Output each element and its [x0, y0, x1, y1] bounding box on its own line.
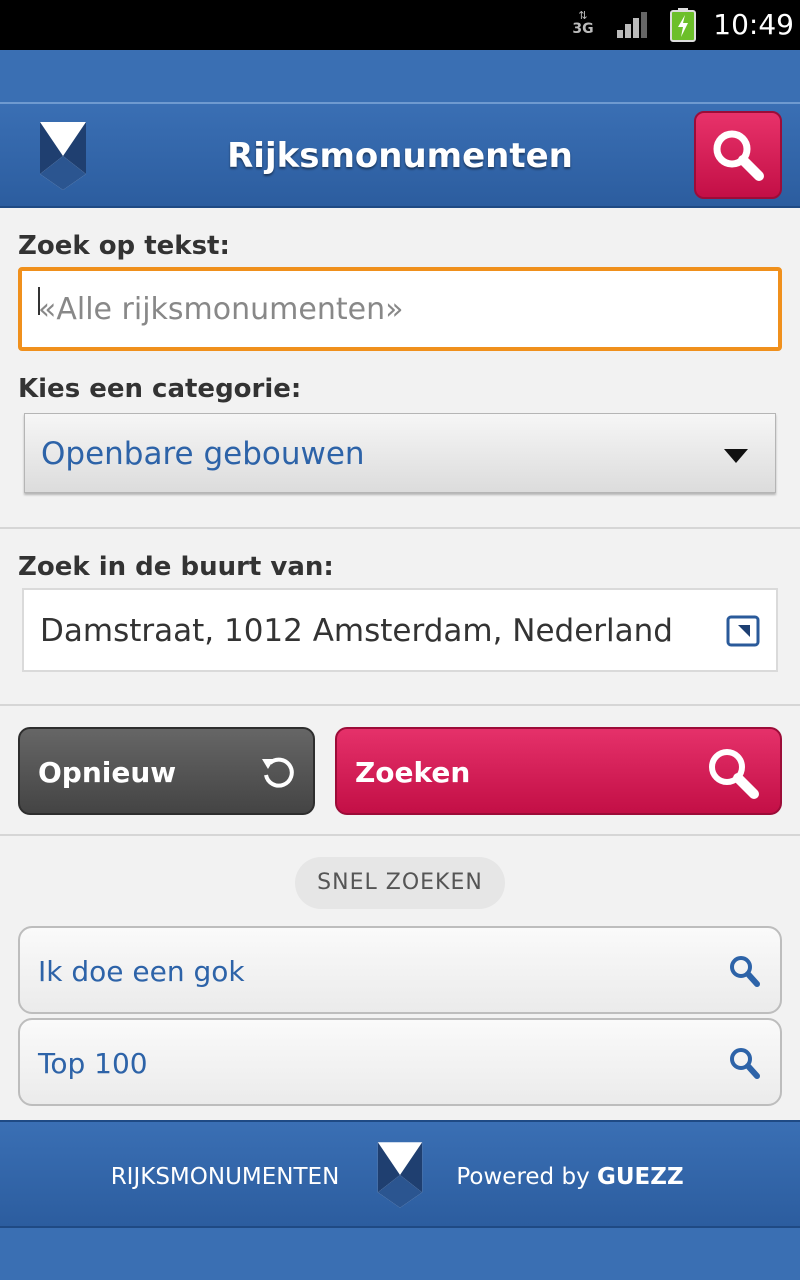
section-divider [0, 527, 800, 529]
signal-icon [617, 12, 647, 38]
quick-search-item-label: Top 100 [38, 1047, 148, 1080]
quick-search-item-label: Ik doe een gok [38, 955, 245, 988]
section-divider [0, 834, 800, 836]
bottom-strip [0, 1228, 800, 1280]
refresh-icon [262, 757, 294, 788]
data-arrows-icon: ⇅ 3G [572, 9, 594, 37]
location-field[interactable]: Damstraat, 1012 Amsterdam, Nederland [22, 588, 778, 672]
powered-by-name: GUEZZ [597, 1164, 684, 1190]
search-button[interactable]: Zoeken [335, 727, 782, 815]
category-label: Kies een categorie: [18, 374, 302, 404]
text-search-field[interactable] [18, 267, 782, 351]
footer-brand: RIJKSMONUMENTEN [110, 1164, 340, 1190]
section-divider [0, 704, 800, 706]
search-icon [730, 1048, 760, 1079]
category-select[interactable]: Openbare gebouwen [24, 413, 776, 493]
dropdown-arrow-icon [724, 449, 748, 463]
search-button-label: Zoeken [355, 756, 471, 789]
text-search-input[interactable] [22, 271, 778, 347]
text-search-label: Zoek op tekst: [18, 231, 230, 261]
reset-button[interactable]: Opnieuw [18, 727, 315, 815]
quick-search-item[interactable]: Top 100 [18, 1018, 782, 1106]
quick-search-heading: SNEL ZOEKEN [295, 857, 505, 909]
powered-by[interactable]: Powered by GUEZZ [440, 1160, 700, 1194]
page-title: Rijksmonumenten [227, 136, 573, 176]
search-icon [730, 956, 760, 987]
battery-charging-icon [670, 8, 696, 42]
location-value: Damstraat, 1012 Amsterdam, Nederland [40, 613, 673, 649]
powered-by-prefix: Powered by [456, 1164, 590, 1190]
header-search-button[interactable] [694, 111, 782, 199]
quick-search-item[interactable]: Ik doe een gok [18, 926, 782, 1014]
shield-logo-icon [40, 122, 86, 190]
search-icon [713, 130, 764, 181]
search-icon [709, 749, 759, 799]
category-selected-value: Openbare gebouwen [41, 436, 365, 472]
reset-button-label: Opnieuw [38, 756, 177, 789]
clock: 10:49 [713, 8, 794, 41]
app-footer: RIJKSMONUMENTEN Powered by GUEZZ [0, 1120, 800, 1228]
app-header: Rijksmonumenten [0, 104, 800, 208]
top-strip [0, 50, 800, 104]
status-bar: ⇅ 3G 10:49 [0, 0, 800, 50]
near-label: Zoek in de buurt van: [18, 552, 334, 582]
shield-logo-icon [377, 1142, 423, 1208]
location-picker-icon[interactable] [726, 615, 760, 647]
